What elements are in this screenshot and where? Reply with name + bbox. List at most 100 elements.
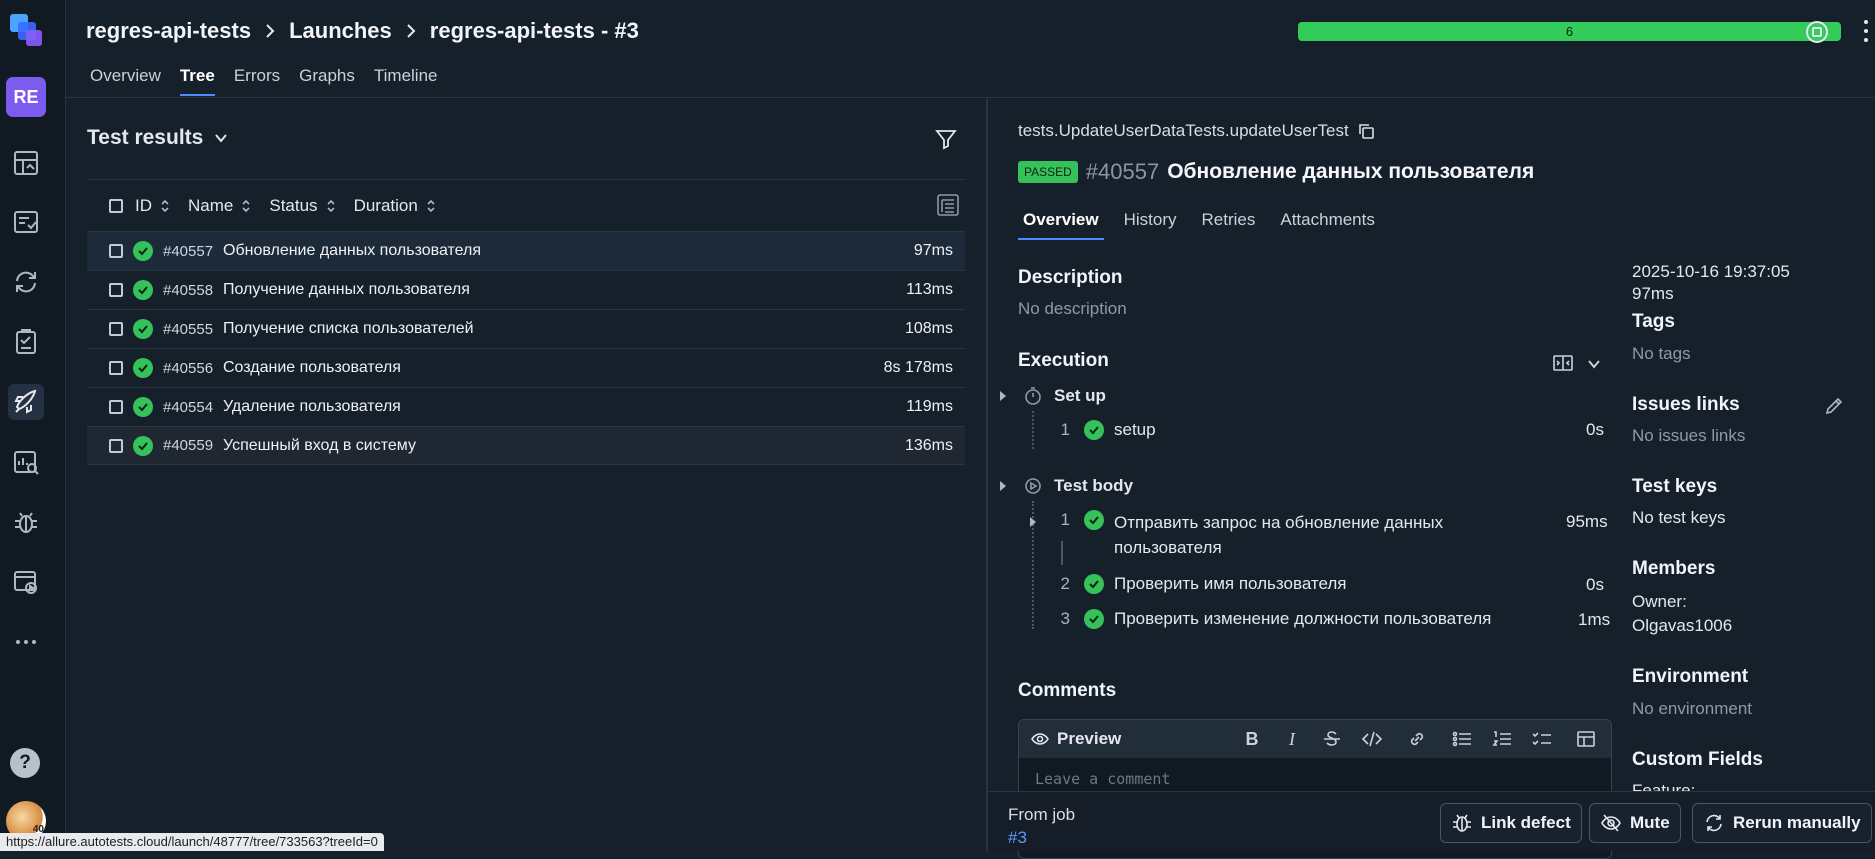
test-plans-icon[interactable] (8, 324, 44, 360)
more-icon[interactable] (8, 624, 44, 660)
table-row[interactable]: #40554 Удаление пользователя 119ms (87, 387, 965, 426)
test-duration: 97ms (1632, 284, 1674, 304)
step-name: setup (1114, 420, 1156, 440)
jobs-icon[interactable] (8, 564, 44, 600)
step-name-line: Отправить запрос на обновление данных (1114, 510, 1443, 535)
tab-history[interactable]: History (1124, 210, 1182, 240)
body-step[interactable]: 1 Отправить запрос на обновление данных … (1040, 510, 1443, 560)
column-name[interactable]: Name (188, 196, 251, 216)
issues-title: Issues links (1632, 394, 1740, 416)
job-link[interactable]: #3 (1008, 828, 1027, 848)
chevron-right-icon (261, 22, 279, 40)
tab-timeline[interactable]: Timeline (374, 66, 438, 96)
tab-attachments[interactable]: Attachments (1280, 210, 1380, 240)
tab-overview[interactable]: Overview (90, 66, 161, 96)
description-text: No description (1018, 299, 1127, 319)
table-row[interactable]: #40559 Успешный вход в систему 136ms (87, 426, 965, 465)
caret-right-icon[interactable] (998, 481, 1008, 491)
table-icon[interactable] (1575, 728, 1597, 750)
tab-errors[interactable]: Errors (234, 66, 280, 96)
bullet-list-icon[interactable] (1451, 728, 1473, 750)
custom-field-feature: Feature: (1632, 781, 1695, 791)
stop-circle-icon[interactable] (1803, 18, 1831, 46)
sort-icon (160, 199, 170, 213)
breadcrumb-project[interactable]: regres-api-tests (86, 18, 251, 44)
body-step[interactable]: 2 Проверить имя пользователя (1040, 574, 1347, 594)
tree-view-icon[interactable] (935, 192, 961, 218)
breadcrumb-launches[interactable]: Launches (289, 18, 392, 44)
chevron-right-icon (402, 22, 420, 40)
passed-status-icon (133, 358, 153, 378)
row-checkbox[interactable] (109, 439, 123, 453)
from-job-label: From job (1008, 805, 1075, 825)
test-results-title[interactable]: Test results (87, 126, 229, 150)
bold-icon[interactable]: B (1241, 728, 1263, 750)
rerun-manually-button[interactable]: Rerun manually (1692, 803, 1872, 843)
select-all-checkbox[interactable] (109, 199, 123, 213)
bug-icon (1451, 812, 1473, 834)
compare-layout-icon[interactable] (1552, 352, 1574, 374)
chevron-down-icon[interactable] (1586, 356, 1602, 372)
eye-icon (1031, 730, 1049, 748)
table-row[interactable]: #40557 Обновление данных пользователя 97… (87, 231, 965, 270)
numbered-list-icon[interactable] (1491, 728, 1513, 750)
link-defect-button[interactable]: Link defect (1440, 803, 1582, 843)
project-avatar[interactable]: RE (6, 77, 46, 117)
page-title: Обновление данных пользователя (1167, 160, 1534, 184)
app-logo-icon[interactable] (6, 8, 48, 50)
edit-pencil-icon[interactable] (1824, 396, 1844, 416)
dashboard-icon[interactable] (8, 145, 44, 181)
body-step[interactable]: 3 Проверить изменение должности пользова… (1040, 609, 1491, 629)
caret-right-icon[interactable] (998, 391, 1008, 401)
row-checkbox[interactable] (109, 283, 123, 297)
tab-graphs[interactable]: Graphs (299, 66, 355, 96)
chevron-down-icon (213, 130, 229, 146)
tab-detail-overview[interactable]: Overview (1018, 210, 1104, 240)
row-checkbox[interactable] (109, 400, 123, 414)
kebab-menu-icon[interactable] (1852, 18, 1875, 46)
code-icon[interactable] (1361, 728, 1383, 750)
tab-retries[interactable]: Retries (1202, 210, 1261, 240)
column-id[interactable]: ID (135, 196, 170, 216)
column-status[interactable]: Status (269, 196, 335, 216)
analytics-icon[interactable] (8, 444, 44, 480)
tags-value: No tags (1632, 344, 1691, 364)
defects-bug-icon[interactable] (8, 504, 44, 540)
copy-icon[interactable] (1357, 122, 1375, 140)
page-header: regres-api-tests Launches regres-api-tes… (66, 0, 1875, 98)
refresh-icon[interactable] (8, 264, 44, 300)
setup-step[interactable]: 1 setup (1040, 420, 1156, 440)
column-duration[interactable]: Duration (354, 196, 436, 216)
tab-tree[interactable]: Tree (180, 66, 215, 96)
mute-button[interactable]: Mute (1589, 803, 1681, 843)
help-icon[interactable]: ? (10, 748, 40, 778)
strikethrough-icon[interactable] (1321, 728, 1343, 750)
row-checkbox[interactable] (109, 244, 123, 258)
launch-progress-bar[interactable]: 6 (1298, 22, 1841, 41)
row-checkbox[interactable] (109, 322, 123, 336)
row-checkbox[interactable] (109, 361, 123, 375)
checklist-icon[interactable] (1531, 728, 1553, 750)
table-row[interactable]: #40556 Создание пользователя 8s 178ms (87, 348, 965, 387)
detail-tabs: Overview History Retries Attachments (1018, 210, 1400, 240)
link-defect-label: Link defect (1481, 813, 1571, 833)
launches-rocket-icon[interactable] (8, 384, 44, 420)
passed-status-icon (1084, 510, 1104, 530)
test-full-name: tests.UpdateUserDataTests.updateUserTest (1018, 121, 1375, 141)
preview-toggle[interactable]: Preview (1031, 729, 1121, 749)
italic-icon[interactable]: I (1281, 728, 1303, 750)
filter-icon[interactable] (934, 127, 958, 151)
browser-status-url: https://allure.autotests.cloud/launch/48… (0, 833, 384, 851)
table-row[interactable]: #40555 Получение списка пользователей 10… (87, 309, 965, 348)
row-name: Получение данных пользователя (223, 281, 470, 299)
test-detail-panel: tests.UpdateUserDataTests.updateUserTest… (988, 99, 1875, 851)
caret-right-icon[interactable] (1028, 517, 1038, 527)
owner-value[interactable]: Olgavas1006 (1632, 616, 1732, 636)
table-row[interactable]: #40558 Получение данных пользователя 113… (87, 270, 965, 309)
test-cases-icon[interactable] (8, 204, 44, 240)
row-duration: 113ms (906, 281, 953, 299)
link-icon[interactable] (1406, 728, 1428, 750)
row-duration: 119ms (906, 398, 953, 416)
test-results-table: ID Name Status Duration #40557 Обновлени… (87, 179, 965, 465)
step-number: 2 (1040, 574, 1070, 594)
